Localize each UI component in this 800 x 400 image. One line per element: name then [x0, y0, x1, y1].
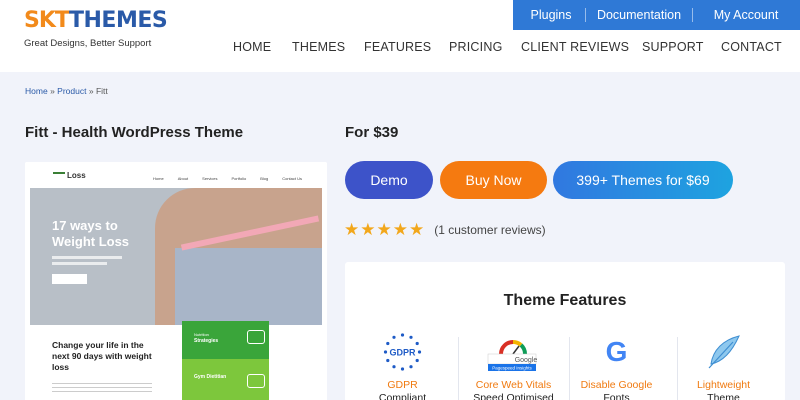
star-icon: ★	[409, 220, 425, 239]
pagespeed-google-text: Google	[515, 357, 538, 364]
star-icon: ★	[344, 220, 360, 239]
preview-hero-jeans	[175, 248, 322, 325]
breadcrumb: Home » Product » Fitt	[25, 86, 108, 96]
features-title: Theme Features	[503, 292, 627, 309]
feature-sub: Fonts	[603, 392, 630, 400]
feature-label: Lightweight	[696, 379, 751, 391]
gdpr-icon: GDPR	[350, 332, 455, 372]
google-letter: G	[606, 336, 628, 367]
gdpr-icon-text: GDPR	[389, 348, 416, 358]
star-icon: ★	[360, 220, 376, 239]
logo-mark: SKT	[24, 8, 70, 33]
theme-preview-image[interactable]: Loss Home About Services Portfolio Blog …	[25, 162, 327, 400]
breadcrumb-product[interactable]: Product	[57, 86, 86, 96]
breadcrumb-current: Fitt	[95, 86, 108, 96]
preview-card-title: Strategies	[194, 338, 219, 344]
preview-hero-title-line: 17 ways to	[52, 218, 118, 233]
pagespeed-icon: Google Pagespeed Insights	[461, 332, 566, 372]
preview-hero-title: 17 ways to Weight Loss	[52, 218, 129, 250]
preview-logo-text: Loss	[67, 171, 86, 180]
preview-nav: Home About Services Portfolio Blog Conta…	[153, 176, 302, 181]
nav-item-support[interactable]: SUPPORT	[642, 40, 704, 54]
preview-hero-text	[52, 256, 122, 259]
theme-bundle-button[interactable]: 399+ Themes for $69	[553, 161, 733, 199]
feature-sub: Speed Optimised	[473, 392, 554, 400]
divider	[458, 337, 459, 400]
feature-core-web-vitals: Google Pagespeed Insights Core Web Vital…	[461, 332, 566, 400]
breadcrumb-separator: »	[88, 86, 94, 96]
preview-nav-item: Home	[153, 176, 164, 181]
feature-disable-google-fonts: G Disable Google Fonts	[564, 332, 669, 400]
preview-nav-item: Portfolio	[231, 176, 247, 181]
nav-item-home[interactable]: HOME	[233, 40, 271, 54]
preview-section-text	[52, 383, 152, 393]
preview-card-label: Nutrition	[194, 332, 209, 337]
preview-chat-icon	[247, 330, 265, 344]
buy-now-button[interactable]: Buy Now	[440, 161, 547, 199]
feather-icon	[671, 332, 776, 372]
feature-lightweight: Lightweight Theme	[671, 332, 776, 400]
preview-header: Loss Home About Services Portfolio Blog …	[25, 162, 327, 188]
feature-label: GDPR	[387, 379, 418, 391]
feature-sub: Compliant	[378, 392, 427, 400]
rating: ★ ★ ★ ★ ★ (1 customer reviews)	[344, 221, 546, 238]
preview-hero-title-line: Weight Loss	[52, 234, 130, 249]
google-icon: G	[564, 332, 669, 372]
reviews-link[interactable]: (1 customer reviews)	[434, 223, 545, 237]
preview-section-title: Change your life in the next 90 days wit…	[52, 340, 152, 372]
main-nav: HOME THEMES FEATURES PRICING CLIENT REVI…	[0, 40, 800, 58]
feature-sub: Theme	[707, 392, 740, 400]
demo-button[interactable]: Demo	[345, 161, 433, 199]
nav-item-client-reviews[interactable]: CLIENT REVIEWS	[521, 40, 629, 54]
theme-features-card: Theme Features GDPR GDPR Compliant Googl…	[345, 262, 785, 400]
feature-label: Disable Google	[580, 379, 653, 391]
preview-logo: Loss	[53, 171, 86, 180]
topbar-link-my-account[interactable]: My Account	[693, 8, 799, 22]
breadcrumb-home[interactable]: Home	[25, 86, 48, 96]
star-icon: ★	[392, 220, 408, 239]
top-utility-bar: Plugins Documentation My Account	[513, 0, 800, 30]
preview-nav-item: Contact Us	[282, 176, 302, 181]
feature-label: Core Web Vitals	[475, 379, 552, 391]
preview-hero-text	[52, 262, 107, 265]
product-price: For $39	[345, 124, 399, 141]
preview-hero: 17 ways to Weight Loss	[30, 188, 322, 325]
preview-logo-mark	[53, 171, 65, 180]
site-header: SKT THEMES Great Designs, Better Support…	[0, 0, 800, 72]
topbar-link-plugins[interactable]: Plugins	[517, 8, 585, 22]
pagespeed-badge-text: Pagespeed Insights	[492, 366, 532, 371]
page-title: Fitt - Health WordPress Theme	[25, 124, 244, 141]
feature-gdpr: GDPR GDPR Compliant	[350, 332, 455, 400]
preview-card-title: Gym Dietitian	[194, 374, 227, 380]
nav-item-themes[interactable]: THEMES	[292, 40, 345, 54]
nav-item-features[interactable]: FEATURES	[364, 40, 431, 54]
preview-chat-icon	[247, 374, 265, 388]
breadcrumb-separator: »	[50, 86, 55, 96]
nav-item-contact[interactable]: CONTACT	[721, 40, 782, 54]
preview-nav-item: About	[177, 176, 189, 181]
nav-item-pricing[interactable]: PRICING	[449, 40, 503, 54]
star-icon: ★	[376, 220, 392, 239]
preview-nav-item: Services	[202, 176, 218, 181]
topbar-link-documentation[interactable]: Documentation	[586, 8, 692, 22]
preview-nav-item: Blog	[260, 176, 269, 181]
logo-wordmark: THEMES	[69, 8, 168, 33]
preview-hero-button	[52, 274, 87, 284]
